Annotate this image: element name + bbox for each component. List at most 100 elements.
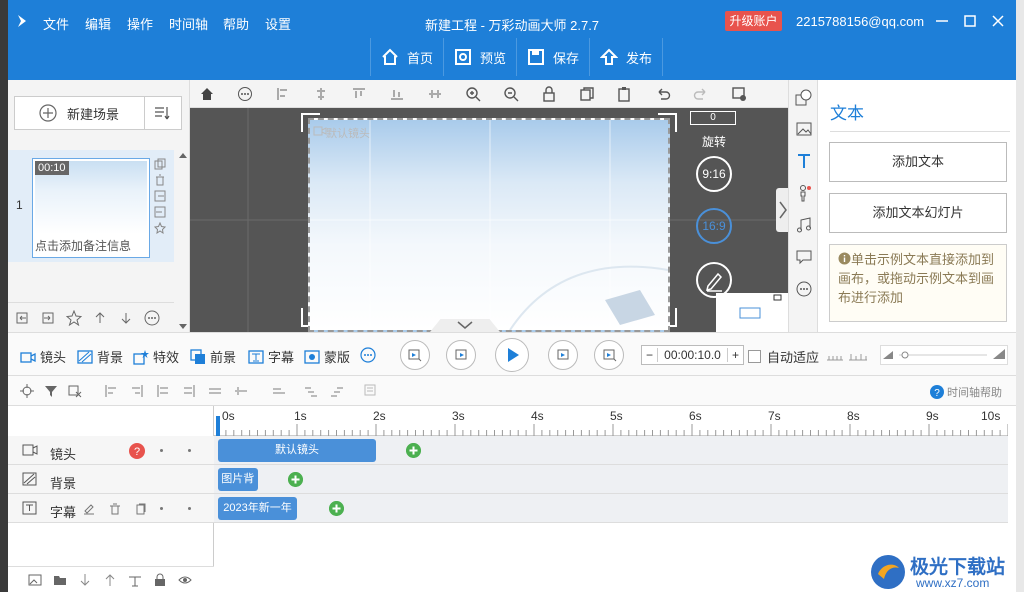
stack-icon[interactable] [128,573,142,587]
ratio-9-16-button[interactable]: 9:16 [696,156,732,192]
clip-camera[interactable]: 默认镜头 [218,439,376,462]
timeline-help-link[interactable]: ? 时间轴帮助 [930,384,1002,400]
lane-camera[interactable]: 默认镜头 [214,436,1008,465]
scene-move-down-button[interactable] [116,308,136,328]
canvas-more-button[interactable] [233,84,256,104]
arrow-up-icon[interactable] [103,573,117,587]
scene-note[interactable]: 点击添加备注信息 [35,237,147,254]
scene-insert-before-button[interactable] [12,308,32,328]
speech-bubble-icon[interactable] [795,248,813,266]
clip-background[interactable]: 图片背 [218,468,258,491]
add-mask-button[interactable]: 蒙版 [304,347,350,366]
align-right-track-icon[interactable] [130,384,144,398]
clear-filter-icon[interactable] [68,384,82,398]
upgrade-button[interactable]: 升级账户 [725,11,782,31]
character-icon[interactable] [795,184,813,202]
scene-move-up-button[interactable] [90,308,110,328]
add-image-icon[interactable] [28,573,42,587]
timeline-ruler[interactable]: 0s 1s 2s 3s 4s 5s 6s 7s 8s 9s 10s [214,406,1008,436]
track-lock-dot[interactable] [188,449,191,452]
go-to-start-button[interactable] [400,340,430,370]
scene-favorite-button[interactable] [64,308,84,328]
save-button[interactable]: 保存 [516,38,589,76]
zoom-fit-icons[interactable] [825,350,869,364]
canvas-area[interactable]: 默认镜头 0 旋转 9:16 16:9 [190,108,790,332]
add-text-slide-button[interactable]: 添加文本幻灯片 [829,193,1007,233]
track-lock-dot[interactable] [188,507,191,510]
image-icon[interactable] [795,120,813,138]
add-clip-icon[interactable] [406,443,421,458]
maximize-icon[interactable] [962,13,978,29]
align-bottom-button[interactable] [385,84,408,104]
folder-icon[interactable] [53,573,67,587]
duration-input[interactable]: 00:00:10.0 [658,348,727,362]
scene-insert-after-button[interactable] [38,308,58,328]
timeline-more-button[interactable] [360,347,376,363]
track-camera[interactable]: 镜头 ? [8,436,214,465]
text-icon[interactable] [795,152,813,170]
locate-icon[interactable] [20,384,34,398]
duration-decrease-button[interactable]: − [642,348,658,362]
previous-frame-button[interactable] [446,340,476,370]
redo-button[interactable] [689,84,712,104]
duration-increase-button[interactable]: + [727,348,743,362]
eye-icon[interactable] [178,573,192,587]
account-label[interactable]: 2215788156@qq.com [796,14,924,29]
stretch-icon[interactable] [272,384,286,398]
clip-subtitle[interactable]: 2023年新一年 [218,497,297,520]
stage-canvas[interactable]: 默认镜头 [308,118,670,332]
question-icon[interactable]: ? [129,443,145,459]
auto-fit-checkbox[interactable] [748,350,761,363]
add-clip-icon[interactable] [329,501,344,516]
new-scene-button[interactable]: 新建场景 [14,96,146,130]
scene-sort-button[interactable] [144,96,182,130]
home-button[interactable]: 首页 [370,38,443,76]
canvas-minimap[interactable] [716,293,788,332]
lane-subtitle[interactable]: 2023年新一年 [214,494,1008,523]
scene-export-icon[interactable] [154,190,166,202]
publish-button[interactable]: 发布 [589,38,664,76]
copy-button[interactable] [575,84,598,104]
same-duration-icon[interactable] [208,384,222,398]
scene-scrollbar[interactable] [176,150,190,332]
preview-button[interactable]: 预览 [443,38,516,76]
music-icon[interactable] [795,216,813,234]
delete-scene-icon[interactable] [154,174,166,186]
next-frame-button[interactable] [548,340,578,370]
add-text-button[interactable]: 添加文本 [829,142,1007,182]
auto-fit-toggle[interactable]: 自动适应 [748,347,869,366]
lock-button[interactable] [537,84,560,104]
go-to-end-button[interactable] [594,340,624,370]
duration-stepper[interactable]: − 00:00:10.0 + [641,345,744,365]
align-end-track-icon[interactable] [182,384,196,398]
scene-import-icon[interactable] [154,206,166,218]
paste-button[interactable] [613,84,636,104]
arrow-down-icon[interactable] [78,573,92,587]
canvas-settings-button[interactable] [727,84,750,104]
minimize-icon[interactable] [934,13,950,29]
close-icon[interactable] [990,13,1006,29]
track-visibility-dot[interactable] [160,449,163,452]
home-view-button[interactable] [195,84,218,104]
distribute-button[interactable] [423,84,446,104]
zoom-in-button[interactable] [461,84,484,104]
track-visibility-dot[interactable] [160,507,163,510]
add-background-button[interactable]: 背景 [77,347,123,366]
play-button[interactable] [495,338,529,372]
scene-star-icon[interactable] [154,222,166,234]
add-effects-button[interactable]: 特效 [133,347,179,366]
add-camera-button[interactable]: 镜头 [20,347,66,366]
align-top-button[interactable] [347,84,370,104]
copy-icon[interactable] [135,503,147,515]
align-left-track-icon[interactable] [104,384,118,398]
undo-button[interactable] [651,84,674,104]
reverse-stagger-icon[interactable] [330,384,344,398]
track-settings-icon[interactable] [364,384,378,398]
add-foreground-button[interactable]: 前景 [190,347,236,366]
delete-icon[interactable] [109,503,121,515]
same-start-icon[interactable] [234,384,248,398]
align-start-track-icon[interactable] [156,384,170,398]
zoom-out-button[interactable] [499,84,522,104]
shape-icon[interactable] [795,88,813,106]
timeline-collapse-tab[interactable] [430,319,500,332]
